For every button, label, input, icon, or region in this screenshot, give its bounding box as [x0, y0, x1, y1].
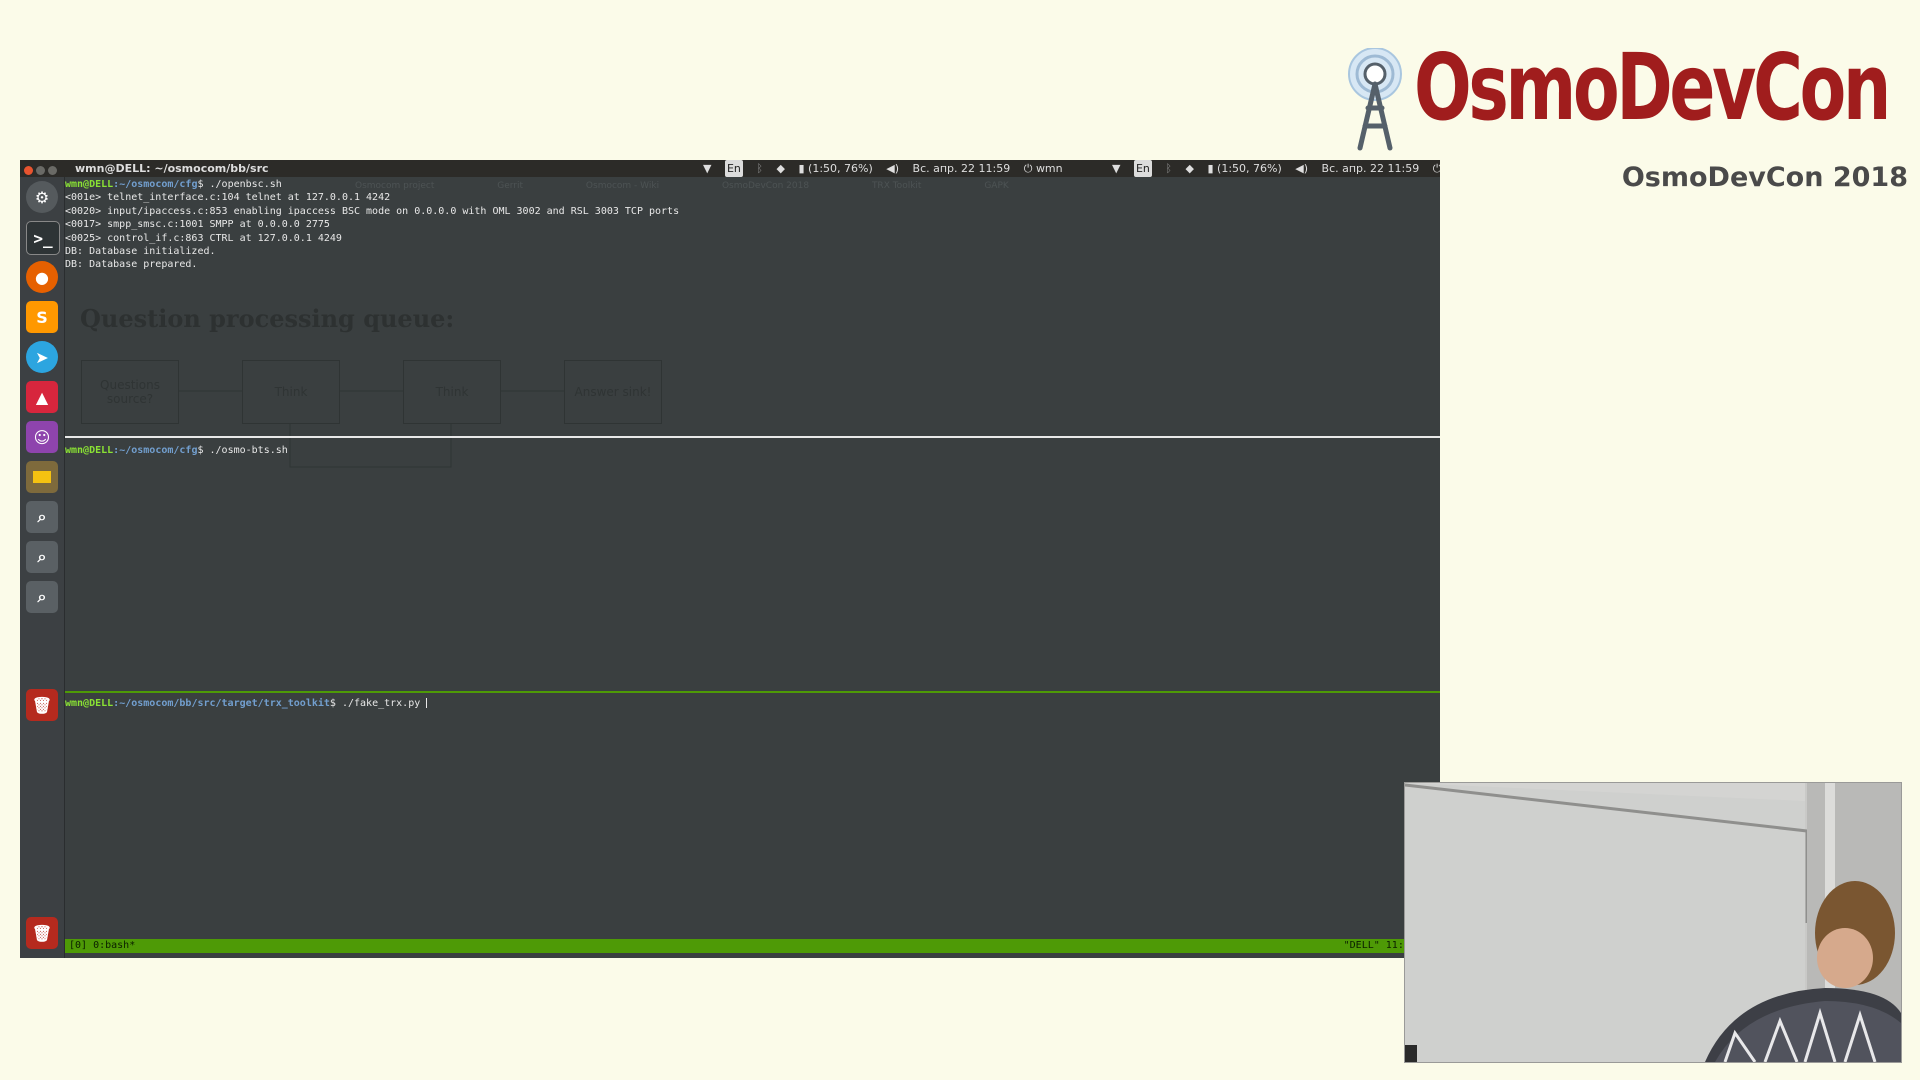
prompt-user: wmn@DELL: [65, 698, 114, 709]
conference-branding: OsmoDevCon: [1330, 34, 1891, 160]
indicator-group-left[interactable]: ▼ En ᛒ ◆ ▮ (1:50, 76%) ◀) Вс. апр. 22 11…: [693, 160, 1063, 177]
wifi-icon[interactable]: ▼: [703, 160, 711, 177]
clock[interactable]: Вс. апр. 22 11:59: [913, 160, 1011, 177]
trash-icon[interactable]: 🗑: [26, 917, 58, 949]
system-icon-3[interactable]: ⌕: [26, 581, 58, 613]
pidgin-icon[interactable]: ☺: [26, 421, 58, 453]
bell-icon[interactable]: ◆: [777, 160, 785, 177]
prompt-line: wmn@DELL:~/osmocom/bb/src/target/trx_too…: [65, 697, 1440, 710]
pane-divider[interactable]: [65, 436, 1440, 438]
minimize-window-icon[interactable]: [36, 166, 45, 175]
close-window-icon[interactable]: [24, 166, 33, 175]
bluetooth-icon[interactable]: ᛒ: [1165, 160, 1172, 177]
maximize-window-icon[interactable]: [48, 166, 57, 175]
telegram-icon[interactable]: ➤: [26, 341, 58, 373]
diagram-box: Think: [403, 360, 501, 424]
bluetooth-icon[interactable]: ᛒ: [756, 160, 763, 177]
volume-icon[interactable]: ◀): [1295, 160, 1308, 177]
terminal-pane-fake-trx[interactable]: wmn@DELL:~/osmocom/bb/src/target/trx_too…: [65, 697, 1440, 710]
window-title: wmn@DELL: ~/osmocom/bb/src: [75, 162, 269, 175]
power-icon: ⏻: [1023, 162, 1033, 175]
log-line: <0017> smpp_smsc.c:1001 SMPP at 0.0.0.0 …: [65, 219, 330, 231]
prompt-command: $ ./osmo-bts.sh: [197, 445, 288, 456]
prompt-command: $ ./openbsc.sh: [197, 179, 282, 190]
terminal-pane-openbsc[interactable]: wmn@DELL:~/osmocom/cfg$ ./openbsc.sh <00…: [65, 178, 1440, 272]
conference-title: OsmoDevCon: [1414, 34, 1891, 141]
pane-divider-active[interactable]: [65, 691, 1440, 693]
firefox-icon[interactable]: ●: [26, 261, 58, 293]
log-line: <0020> input/ipaccess.c:853 enabling ipa…: [65, 205, 680, 217]
prompt-path: :~/osmocom/cfg: [113, 179, 198, 190]
user-menu[interactable]: ⏻ wmn: [1024, 160, 1063, 177]
prompt-user: wmn@DELL: [65, 445, 114, 456]
diagram-box: Answer sink!: [564, 360, 662, 424]
tmux-window-list[interactable]: [0] 0:bash*: [69, 939, 135, 953]
battery-icon: ▮: [1207, 162, 1214, 175]
battery-indicator[interactable]: ▮ (1:50, 76%): [1207, 160, 1281, 177]
log-line: DB: Database initialized.: [65, 245, 216, 257]
radio-tower-logo-icon: [1348, 48, 1402, 151]
keyboard-layout-indicator[interactable]: En: [1133, 160, 1152, 177]
terminal-pane-osmo-bts[interactable]: wmn@DELL:~/osmocom/cfg$ ./osmo-bts.sh: [65, 444, 1440, 457]
power-icon: ⏻: [1432, 162, 1440, 175]
system-icon-2[interactable]: ⌕: [26, 541, 58, 573]
bell-icon[interactable]: ◆: [1186, 160, 1194, 177]
user-name: wmn: [1035, 162, 1063, 175]
ubuntu-dash-icon[interactable]: ⚙: [26, 181, 58, 213]
user-menu[interactable]: ⏻ wmn: [1433, 160, 1440, 177]
terminal-icon[interactable]: >_: [26, 221, 60, 255]
speaker-video: [1404, 782, 1902, 1063]
prompt-path: :~/osmocom/cfg: [113, 445, 198, 456]
prompt-command: $ ./fake_trx.py: [329, 698, 427, 709]
text-cursor: [426, 698, 428, 708]
desktop-screen: wmn@DELL: ~/osmocom/bb/src ▼ En ᛒ ◆ ▮ (1…: [20, 160, 1440, 958]
log-line: <0025> control_if.c:863 CTRL at 127.0.0.…: [65, 232, 342, 244]
log-line: DB: Database prepared.: [65, 259, 198, 271]
wifi-icon[interactable]: ▼: [1112, 160, 1120, 177]
battery-status: (1:50, 76%): [808, 162, 873, 175]
battery-status: (1:50, 76%): [1217, 162, 1282, 175]
prompt-line: wmn@DELL:~/osmocom/cfg$ ./openbsc.sh: [65, 178, 1440, 191]
upload-icon[interactable]: ▲: [26, 381, 58, 413]
clock[interactable]: Вс. апр. 22 11:59: [1322, 160, 1420, 177]
trash-icon[interactable]: 🗑: [26, 689, 58, 721]
prompt-user: wmn@DELL: [65, 179, 114, 190]
background-heading: Question processing queue:: [80, 304, 455, 333]
conference-subtitle: OsmoDevCon 2018: [1621, 162, 1908, 193]
battery-icon: ▮: [798, 162, 805, 175]
system-icon-1[interactable]: ⌕: [26, 501, 58, 533]
launcher-bar: ⚙ >_ ● S ➤ ▲ ☺ ⌕ ⌕ ⌕ 🗑 🗑: [20, 177, 65, 958]
speaker-video-frame: [1405, 783, 1901, 1062]
tmux-status-bar: [0] 0:bash* "DELL" 11:59 22-A: [65, 939, 1440, 953]
indicator-group-right[interactable]: ▼ En ᛒ ◆ ▮ (1:50, 76%) ◀) Вс. апр. 22 11…: [1102, 160, 1440, 177]
log-line: <001e> telnet_interface.c:104 telnet at …: [65, 192, 391, 204]
top-panel: wmn@DELL: ~/osmocom/bb/src ▼ En ᛒ ◆ ▮ (1…: [20, 160, 1440, 177]
keyboard-layout-indicator[interactable]: En: [724, 160, 743, 177]
sublime-text-icon[interactable]: S: [26, 301, 58, 333]
files-icon[interactable]: [26, 461, 58, 493]
prompt-line: wmn@DELL:~/osmocom/cfg$ ./osmo-bts.sh: [65, 444, 1440, 457]
volume-icon[interactable]: ◀): [886, 160, 899, 177]
battery-indicator[interactable]: ▮ (1:50, 76%): [798, 160, 872, 177]
prompt-path: :~/osmocom/bb/src/target/trx_toolkit: [113, 698, 330, 709]
diagram-box: Think: [242, 360, 340, 424]
diagram-box: Questions source?: [81, 360, 179, 424]
